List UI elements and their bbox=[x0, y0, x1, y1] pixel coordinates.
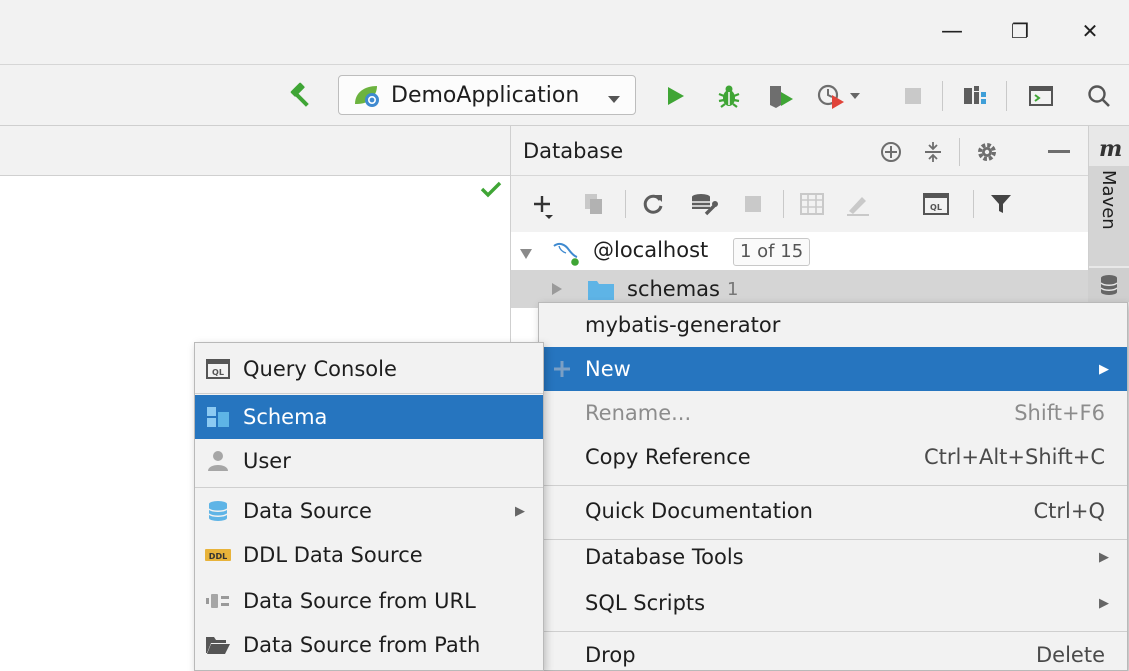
submenu-item-data-source[interactable]: Data Source ▶ bbox=[195, 489, 543, 533]
database-context-menu: mybatis-generator New ▶ Rename... Shift+… bbox=[538, 302, 1128, 671]
database-icon bbox=[205, 500, 231, 522]
terminal-icon[interactable] bbox=[1024, 79, 1058, 113]
console-icon: QL bbox=[205, 358, 231, 380]
hide-panel-icon[interactable] bbox=[1045, 138, 1073, 166]
schemas-count: 1 bbox=[727, 279, 739, 300]
toolbar-separator bbox=[1006, 81, 1007, 111]
expand-arrow-icon[interactable] bbox=[519, 245, 533, 264]
ddl-icon: DDL bbox=[203, 545, 233, 565]
new-submenu: QL Query Console Schema User Data Source… bbox=[194, 342, 544, 671]
menu-item-copy-reference[interactable]: Copy Reference Ctrl+Alt+Shift+C bbox=[539, 435, 1127, 479]
coverage-icon[interactable] bbox=[764, 79, 798, 113]
plus-icon bbox=[551, 358, 573, 380]
submenu-item-schema[interactable]: Schema bbox=[195, 395, 543, 439]
maven-icon: m bbox=[1099, 136, 1123, 162]
minimize-button[interactable]: — bbox=[932, 14, 972, 48]
submenu-arrow-icon: ▶ bbox=[1099, 595, 1109, 611]
profile-icon[interactable] bbox=[814, 79, 864, 113]
add-icon[interactable] bbox=[529, 188, 559, 222]
run-config-selector[interactable]: DemoApplication bbox=[338, 75, 636, 115]
tree-row-localhost[interactable]: @localhost 1 of 15 bbox=[511, 232, 1089, 270]
database-tab[interactable] bbox=[1089, 268, 1129, 302]
duplicate-icon[interactable] bbox=[581, 190, 607, 218]
host-badge[interactable]: 1 of 15 bbox=[733, 238, 811, 266]
user-icon bbox=[205, 450, 231, 472]
crosshair-icon[interactable] bbox=[877, 138, 905, 166]
schema-icon bbox=[205, 406, 231, 428]
menu-item-new[interactable]: New ▶ bbox=[539, 347, 1127, 391]
run-icon[interactable] bbox=[660, 79, 690, 113]
console-icon[interactable]: QL bbox=[919, 190, 953, 218]
database-icon bbox=[1100, 275, 1118, 295]
menu-separator bbox=[539, 485, 1127, 486]
table-icon[interactable] bbox=[797, 190, 827, 218]
toolbar-separator bbox=[625, 190, 626, 218]
search-icon[interactable] bbox=[1082, 79, 1116, 113]
schema-settings-icon[interactable] bbox=[689, 190, 719, 218]
svg-text:DDL: DDL bbox=[209, 552, 227, 561]
menu-item-sql-scripts[interactable]: SQL Scripts ▶ bbox=[539, 581, 1127, 625]
collapse-all-icon[interactable] bbox=[919, 138, 947, 166]
database-panel-header: Database bbox=[511, 126, 1089, 176]
toolbar-separator bbox=[973, 190, 974, 218]
submenu-arrow-icon: ▶ bbox=[1099, 361, 1109, 377]
submenu-item-data-source-from-url[interactable]: Data Source from URL bbox=[195, 579, 543, 623]
menu-separator bbox=[195, 487, 543, 488]
submenu-arrow-icon: ▶ bbox=[515, 503, 525, 519]
database-panel-title: Database bbox=[523, 139, 624, 163]
database-toolbar: QL bbox=[511, 176, 1089, 232]
open-folder-icon bbox=[205, 634, 231, 656]
editor-tab-bar bbox=[0, 126, 510, 176]
refresh-icon[interactable] bbox=[639, 190, 667, 218]
hammer-icon[interactable] bbox=[284, 79, 318, 113]
menu-separator bbox=[539, 631, 1127, 632]
submenu-arrow-icon: ▶ bbox=[1099, 549, 1109, 565]
mysql-icon bbox=[551, 238, 581, 270]
stop-icon[interactable] bbox=[741, 192, 765, 216]
maven-tab[interactable]: Maven bbox=[1089, 166, 1129, 266]
submenu-item-query-console[interactable]: QL Query Console bbox=[195, 347, 543, 391]
run-config-label: DemoApplication bbox=[391, 82, 580, 108]
menu-item-rename[interactable]: Rename... Shift+F6 bbox=[539, 391, 1127, 435]
menu-separator bbox=[195, 393, 543, 394]
submenu-item-data-source-from-path[interactable]: Data Source from Path bbox=[195, 623, 543, 667]
submenu-item-ddl-data-source[interactable]: DDL DDL Data Source bbox=[195, 533, 543, 577]
title-bar: — ❐ ✕ bbox=[0, 0, 1129, 64]
debug-icon[interactable] bbox=[712, 79, 746, 113]
checkmark-icon bbox=[480, 180, 502, 202]
tree-schemas-label: schemas bbox=[627, 277, 720, 301]
spring-boot-icon bbox=[353, 82, 383, 108]
collapse-arrow-icon[interactable] bbox=[551, 281, 563, 300]
submenu-item-user[interactable]: User bbox=[195, 439, 543, 483]
header-separator bbox=[959, 138, 960, 166]
maven-tab-label: Maven bbox=[1098, 170, 1119, 230]
toolbar-separator bbox=[783, 190, 784, 218]
close-button[interactable]: ✕ bbox=[1070, 14, 1110, 48]
menu-item-quick-documentation[interactable]: Quick Documentation Ctrl+Q bbox=[539, 489, 1127, 533]
toolbar-separator bbox=[942, 81, 943, 111]
svg-text:QL: QL bbox=[212, 368, 224, 377]
chevron-down-icon bbox=[607, 87, 621, 112]
edit-icon[interactable] bbox=[843, 190, 873, 218]
project-structure-icon[interactable] bbox=[958, 79, 992, 113]
menu-item-mybatis-generator[interactable]: mybatis-generator bbox=[539, 303, 1127, 347]
gear-icon[interactable] bbox=[973, 138, 1001, 166]
tree-host-label: @localhost bbox=[593, 238, 709, 262]
svg-text:QL: QL bbox=[930, 203, 942, 212]
filter-icon[interactable] bbox=[987, 190, 1015, 218]
menu-item-drop[interactable]: Drop Delete bbox=[539, 633, 1127, 671]
main-toolbar: DemoApplication bbox=[0, 64, 1129, 126]
stop-icon[interactable] bbox=[898, 79, 928, 113]
chevron-down-icon bbox=[850, 93, 860, 99]
menu-item-database-tools[interactable]: Database Tools ▶ bbox=[539, 535, 1127, 579]
restore-button[interactable]: ❐ bbox=[1000, 14, 1040, 48]
url-icon bbox=[205, 590, 231, 612]
